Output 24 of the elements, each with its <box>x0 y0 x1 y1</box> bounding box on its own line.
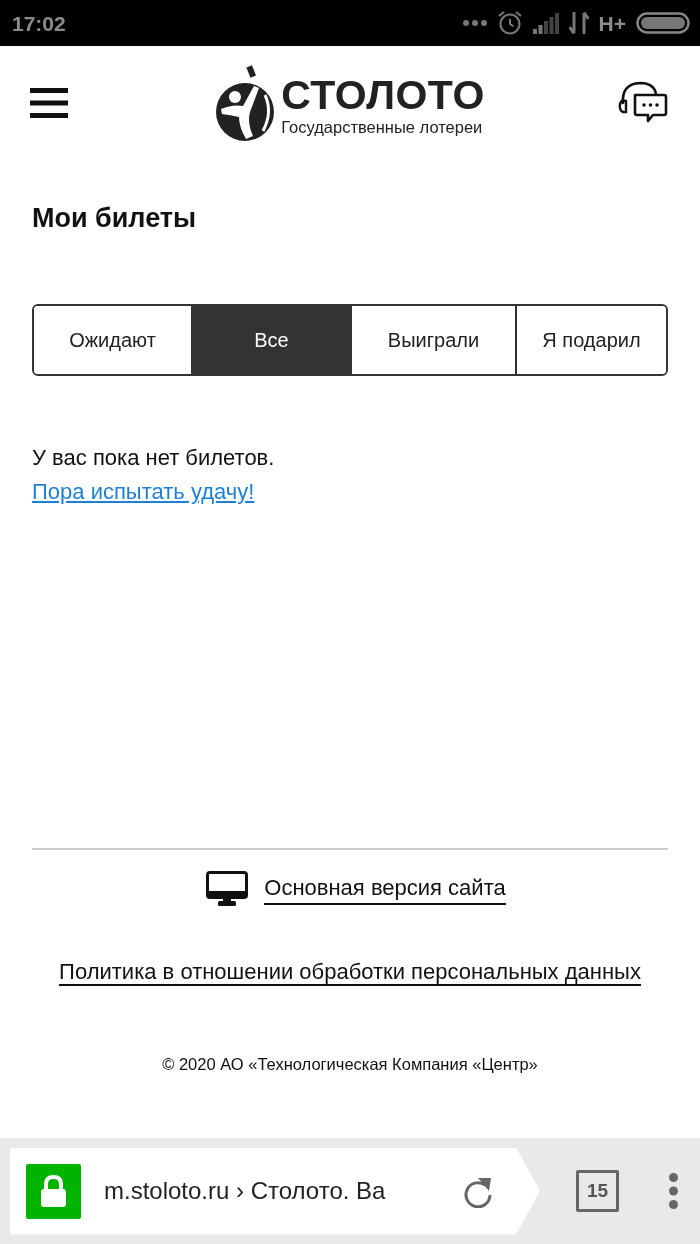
copyright-text: © 2020 АО «Технологическая Компания «Центр» <box>162 1054 538 1075</box>
filter-tab[interactable]: Я подарил <box>514 306 666 374</box>
notification-dots-icon <box>462 20 487 26</box>
data-transfer-icon <box>568 11 589 35</box>
menu-icon[interactable] <box>30 88 68 118</box>
try-luck-link[interactable]: Пора испытать удачу! <box>32 475 255 509</box>
battery-icon <box>636 12 690 34</box>
address-text[interactable]: m.stoloto.ru › Столото. Ва <box>104 1177 449 1205</box>
filter-tab[interactable]: Все <box>191 306 350 374</box>
alarm-clock-icon <box>496 10 523 36</box>
tab-count-button[interactable]: 15 <box>576 1170 619 1212</box>
monitor-icon <box>206 871 249 906</box>
page-title: Мои билеты <box>32 202 198 235</box>
empty-message: У вас пока нет билетов. <box>32 444 276 472</box>
brand-name[interactable]: СТОЛОТО <box>281 74 485 116</box>
lock-icon[interactable] <box>26 1163 81 1219</box>
address-bar[interactable]: m.stoloto.ru › Столото. Ва <box>10 1147 540 1235</box>
network-type: H+ <box>598 12 626 34</box>
status-time: 17:02 <box>12 12 66 34</box>
more-menu-icon[interactable] <box>669 1173 678 1209</box>
signal-icon <box>532 12 559 34</box>
privacy-policy-link[interactable]: Политика в отношении обработки персональных данных <box>59 959 641 986</box>
desktop-version-link[interactable]: Основная версия сайта <box>264 872 506 905</box>
brand-tagline: Государственные лотереи <box>281 117 483 138</box>
